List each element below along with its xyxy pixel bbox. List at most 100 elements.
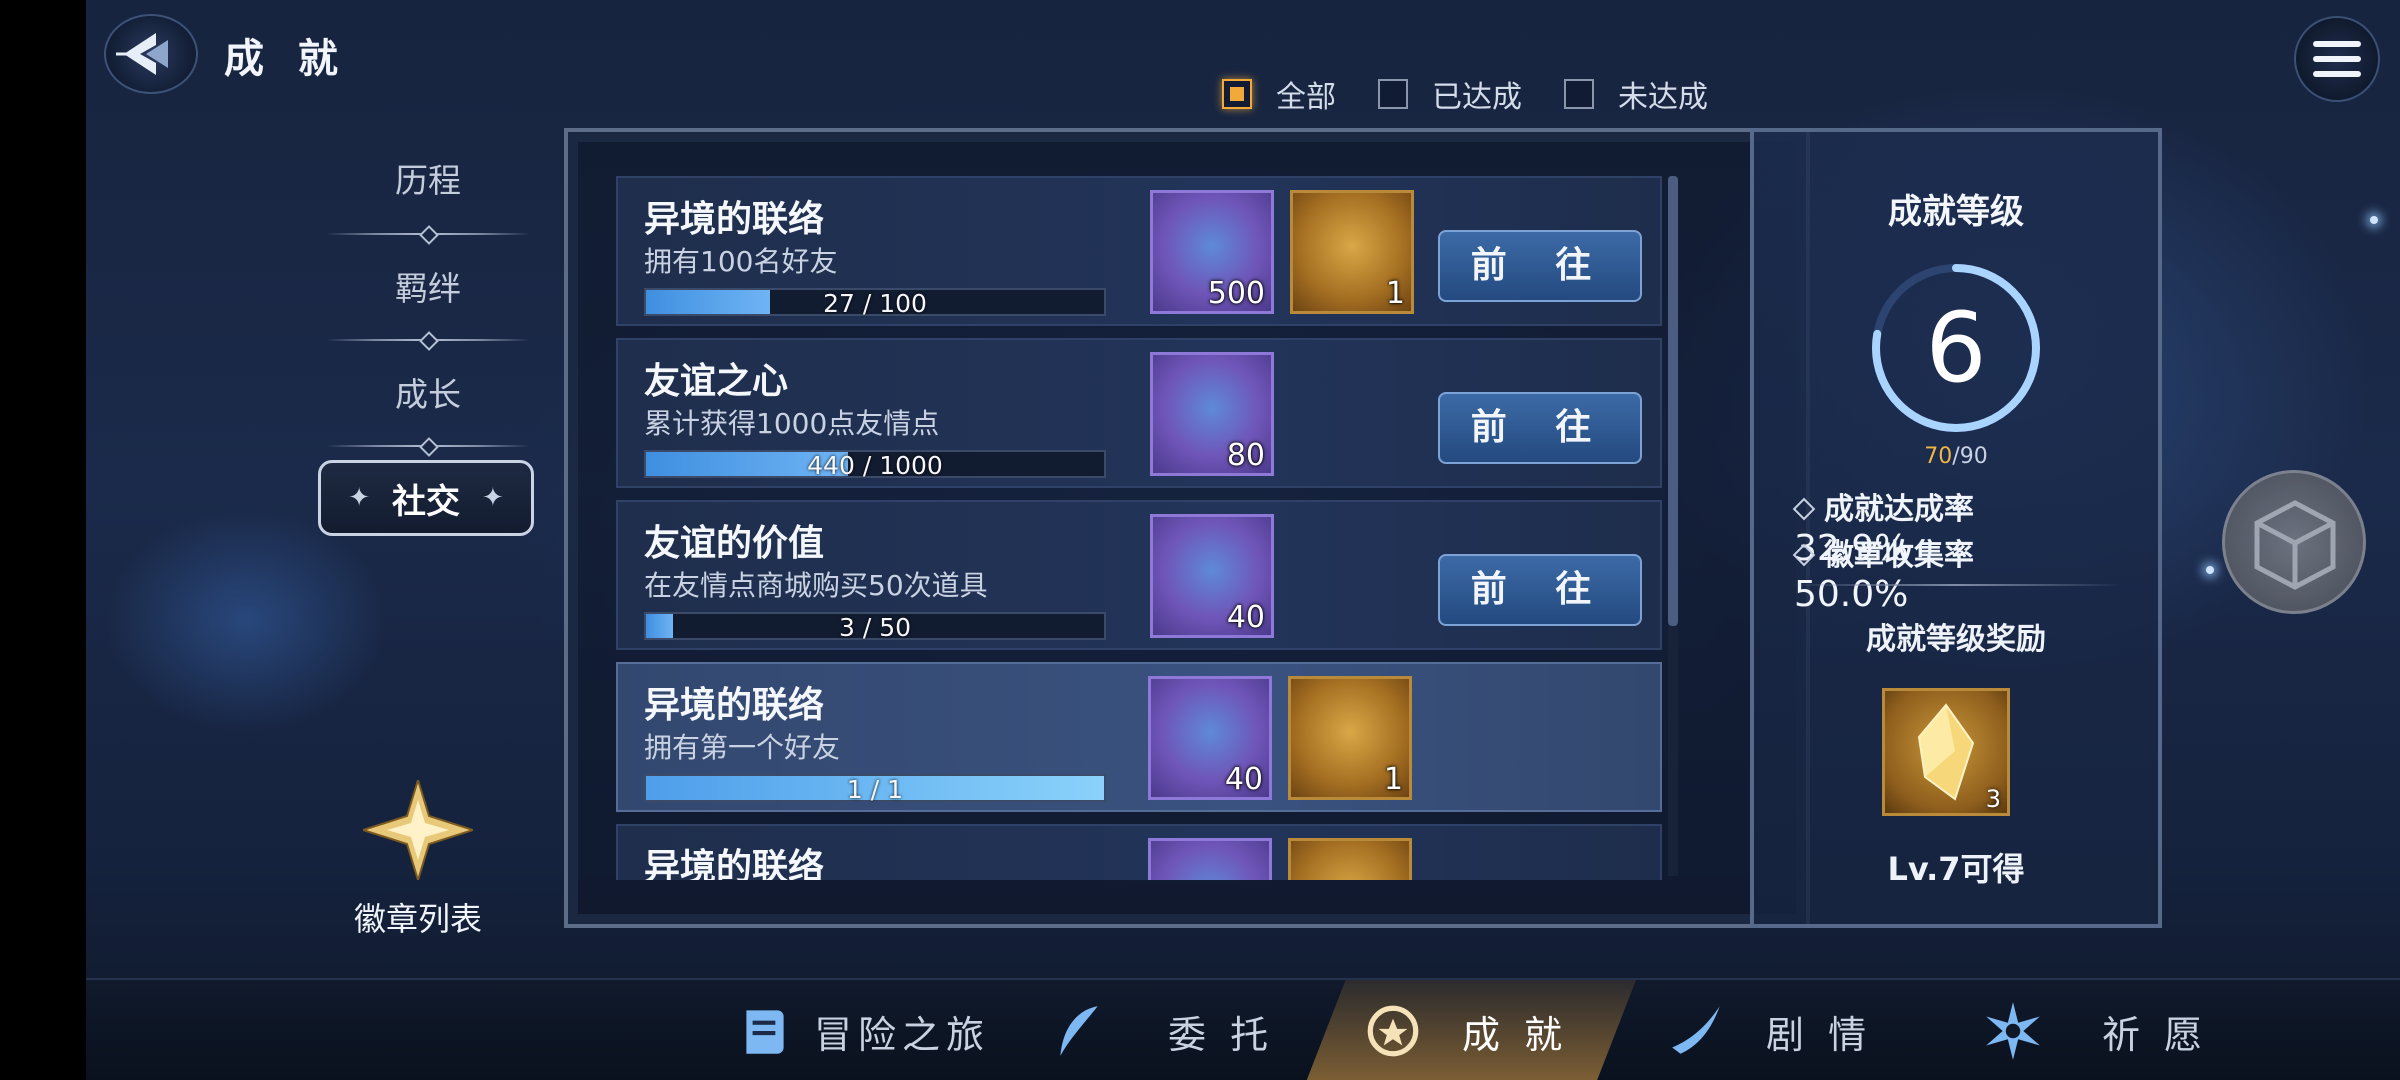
completion-rate-label: 成就达成率 <box>1824 492 1974 527</box>
tab-commission[interactable]: 委 托 <box>1048 980 1274 1080</box>
filter-group: 全部 已达成 未达成 <box>1222 72 1750 116</box>
sparkle-icon: ✦ <box>348 483 370 513</box>
sidebar-item-bond[interactable]: 羁绊 <box>318 262 538 310</box>
achievement-desc: 在友情点商城购买50次道具 <box>644 569 988 602</box>
progress-bar: 27 / 100 <box>644 288 1106 318</box>
filter-completed[interactable]: 已达成 <box>1378 72 1522 116</box>
achievement-row: 友谊的价值 在友情点商城购买50次道具 3 / 50 40 前 往 <box>616 500 1662 650</box>
tab-achievement[interactable]: 成 就 <box>1362 980 1568 1080</box>
badge-rate-value: 50.0% <box>1794 574 1909 615</box>
reward-count: 3 <box>1985 785 2001 813</box>
exp-current: 70 <box>1924 444 1953 469</box>
star-sparkle <box>2206 566 2214 574</box>
cube-floating-button[interactable] <box>2222 470 2366 614</box>
star-burst-icon <box>1986 1002 2040 1060</box>
achievement-list-panel: 异境的联络 拥有100名好友 27 / 100 500 1 前 往 友谊之心 累… <box>564 128 1810 928</box>
level-panel-title: 成就等级 <box>1888 192 2024 232</box>
reward-coin-icon[interactable]: 1 <box>1288 676 1412 800</box>
nav-divider <box>318 334 538 346</box>
reward-count: 40 <box>1224 762 1263 797</box>
page-title: 成 就 <box>224 36 348 82</box>
achievement-desc: 累计获得1000点友情点 <box>644 407 940 440</box>
checkbox-icon <box>1564 79 1594 109</box>
achievement-level-panel: 成就等级 6 70/90 成就达成率32.9% 徽章收集率50.0% 成就等级奖… <box>1750 128 2162 928</box>
reward-coin-icon[interactable]: 1 <box>1290 190 1414 314</box>
achievement-row: 异境的联络 拥有100名好友 27 / 100 500 1 前 往 <box>616 176 1662 326</box>
go-button[interactable]: 前 往 <box>1438 230 1642 302</box>
progress-bar: 440 / 1000 <box>644 450 1106 480</box>
tab-label: 冒险之旅 <box>814 1012 991 1057</box>
scrollbar-thumb[interactable] <box>1668 176 1678 626</box>
level-number: 6 <box>1925 292 1987 404</box>
checkbox-icon <box>1222 79 1252 109</box>
reward-count: 1 <box>1385 276 1405 311</box>
achievement-name: 异境的联络 <box>644 685 825 726</box>
wave-quill-icon <box>1672 1006 1720 1054</box>
tab-adventure[interactable]: 冒险之旅 <box>734 980 990 1080</box>
progress-text: 1 / 1 <box>846 775 904 804</box>
tab-label: 祈 愿 <box>2102 1012 2209 1057</box>
reward-gem-icon[interactable]: 40 <box>1148 676 1272 800</box>
menu-button[interactable] <box>2294 16 2380 102</box>
scroll-icon <box>746 1010 784 1054</box>
filter-label: 已达成 <box>1432 80 1522 115</box>
go-button[interactable]: 前 往 <box>1438 554 1642 626</box>
filter-label: 全部 <box>1276 80 1336 115</box>
list-scrollbar[interactable] <box>1668 176 1678 876</box>
cube-icon <box>2254 500 2336 590</box>
badge-list-button[interactable]: 徽章列表 <box>348 776 488 940</box>
reward-gem-icon[interactable]: 40 <box>1150 514 1274 638</box>
tab-label: 成 就 <box>1462 1012 1569 1057</box>
sparkle-icon: ✦ <box>482 483 504 513</box>
achievement-name: 异境的联络 <box>644 199 825 240</box>
star-sparkle <box>2370 216 2378 224</box>
achievement-name: 友谊的价值 <box>644 523 825 564</box>
badge-rate-row: 徽章收集率50.0% <box>1792 530 2134 615</box>
progress-bar: 1 / 1 <box>644 774 1106 804</box>
achievement-row: 友谊之心 累计获得1000点友情点 440 / 1000 80 前 往 <box>616 338 1662 488</box>
medal-icon <box>1367 1005 1419 1057</box>
level-reward-title: 成就等级奖励 <box>1866 622 2046 657</box>
sidebar-item-social[interactable]: ✦ 社交 ✦ <box>318 460 534 536</box>
progress-text: 3 / 50 <box>838 613 912 642</box>
reward-coin-icon[interactable] <box>1288 838 1412 880</box>
sidebar-item-growth[interactable]: 成长 <box>318 368 538 416</box>
progress-text: 440 / 1000 <box>807 451 943 480</box>
reward-count: 40 <box>1226 600 1265 635</box>
nav-divider <box>318 440 538 452</box>
reward-count: 80 <box>1226 438 1265 473</box>
feather-icon <box>1060 1006 1098 1056</box>
checkbox-icon <box>1378 79 1408 109</box>
reward-gem-icon[interactable]: 500 <box>1150 190 1274 314</box>
progress-bar: 3 / 50 <box>644 612 1106 642</box>
back-button[interactable] <box>104 14 198 94</box>
tab-story[interactable]: 剧 情 <box>1666 980 1872 1080</box>
achievement-screen: 成 就 全部 已达成 未达成 历程 羁绊 成长 ✦ 社交 ✦ 徽章列表 异境的联… <box>86 0 2400 1080</box>
badge-list-label: 徽章列表 <box>353 900 482 938</box>
level-reward-note: Lv.7可得 <box>1887 850 2025 888</box>
tab-label: 剧 情 <box>1766 1012 1873 1057</box>
reward-gem-icon[interactable]: 80 <box>1150 352 1274 476</box>
achievement-name: 异境的联络 <box>644 847 825 880</box>
achievement-name: 友谊之心 <box>644 361 789 402</box>
achievement-row: 异境的联络 <box>616 824 1662 880</box>
sidebar-item-label: 社交 <box>392 481 460 522</box>
reward-count: 500 <box>1207 276 1265 311</box>
tab-wish[interactable]: 祈 愿 <box>1982 980 2208 1080</box>
diamond-icon <box>1792 497 1816 520</box>
badge-star-icon <box>359 776 477 884</box>
panel-divider <box>1790 584 2122 586</box>
go-button[interactable]: 前 往 <box>1438 392 1642 464</box>
sidebar-item-journey[interactable]: 历程 <box>318 154 538 202</box>
nav-divider <box>318 228 538 240</box>
exp-total: /90 <box>1952 444 1988 469</box>
badge-rate-label: 徽章收集率 <box>1824 538 1974 573</box>
reward-count: 1 <box>1383 762 1403 797</box>
filter-all[interactable]: 全部 <box>1222 72 1336 116</box>
tab-label: 委 托 <box>1168 1012 1275 1057</box>
achievement-list[interactable]: 异境的联络 拥有100名好友 27 / 100 500 1 前 往 友谊之心 累… <box>616 176 1662 880</box>
reward-gem-icon[interactable] <box>1148 838 1272 880</box>
level-reward-crystal-icon[interactable]: 3 <box>1882 688 2010 816</box>
bottom-nav: 冒险之旅 委 托 成 就 剧 情 祈 愿 <box>86 978 2400 1080</box>
filter-incomplete[interactable]: 未达成 <box>1564 72 1708 116</box>
